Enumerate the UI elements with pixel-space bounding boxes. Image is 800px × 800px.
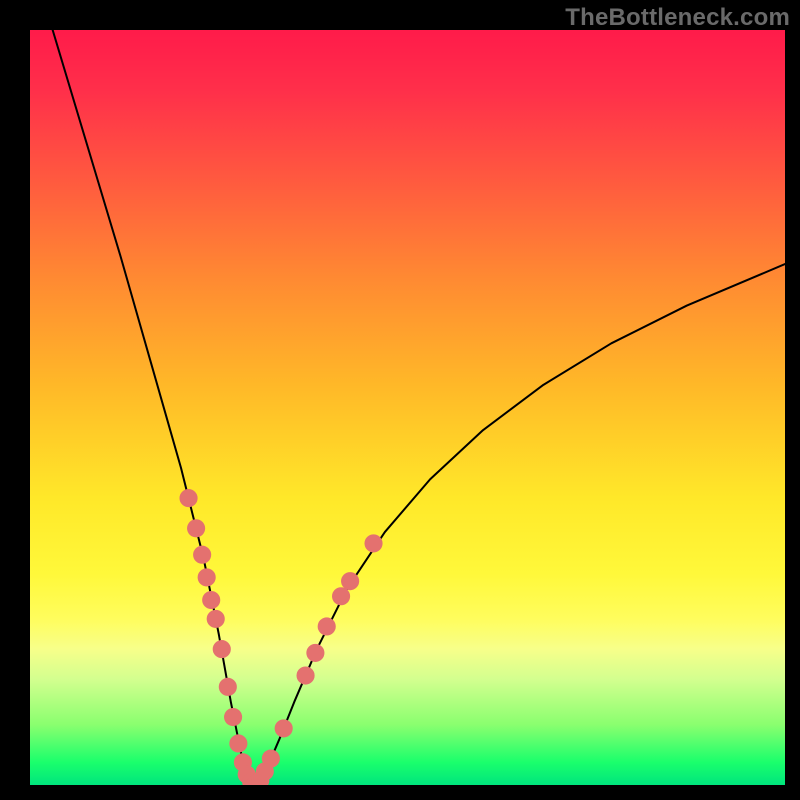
marker-dot	[306, 644, 324, 662]
marker-dot	[224, 708, 242, 726]
marker-dot	[202, 591, 220, 609]
marker-dot	[297, 666, 315, 684]
marker-dot	[213, 640, 231, 658]
marker-dot	[341, 572, 359, 590]
curve-line	[53, 30, 785, 783]
watermark-text: TheBottleneck.com	[565, 4, 790, 32]
chart-frame: TheBottleneck.com	[0, 0, 800, 800]
chart-svg	[30, 30, 785, 785]
marker-dot	[229, 734, 247, 752]
marker-dot	[193, 546, 211, 564]
marker-dot	[207, 610, 225, 628]
marker-dot	[219, 678, 237, 696]
marker-dot	[198, 568, 216, 586]
marker-dot	[318, 617, 336, 635]
marker-group	[179, 489, 382, 785]
marker-dot	[364, 534, 382, 552]
marker-dot	[187, 519, 205, 537]
marker-dot	[332, 587, 350, 605]
marker-dot	[262, 750, 280, 768]
plot-area	[30, 30, 785, 785]
marker-dot	[275, 719, 293, 737]
marker-dot	[179, 489, 197, 507]
